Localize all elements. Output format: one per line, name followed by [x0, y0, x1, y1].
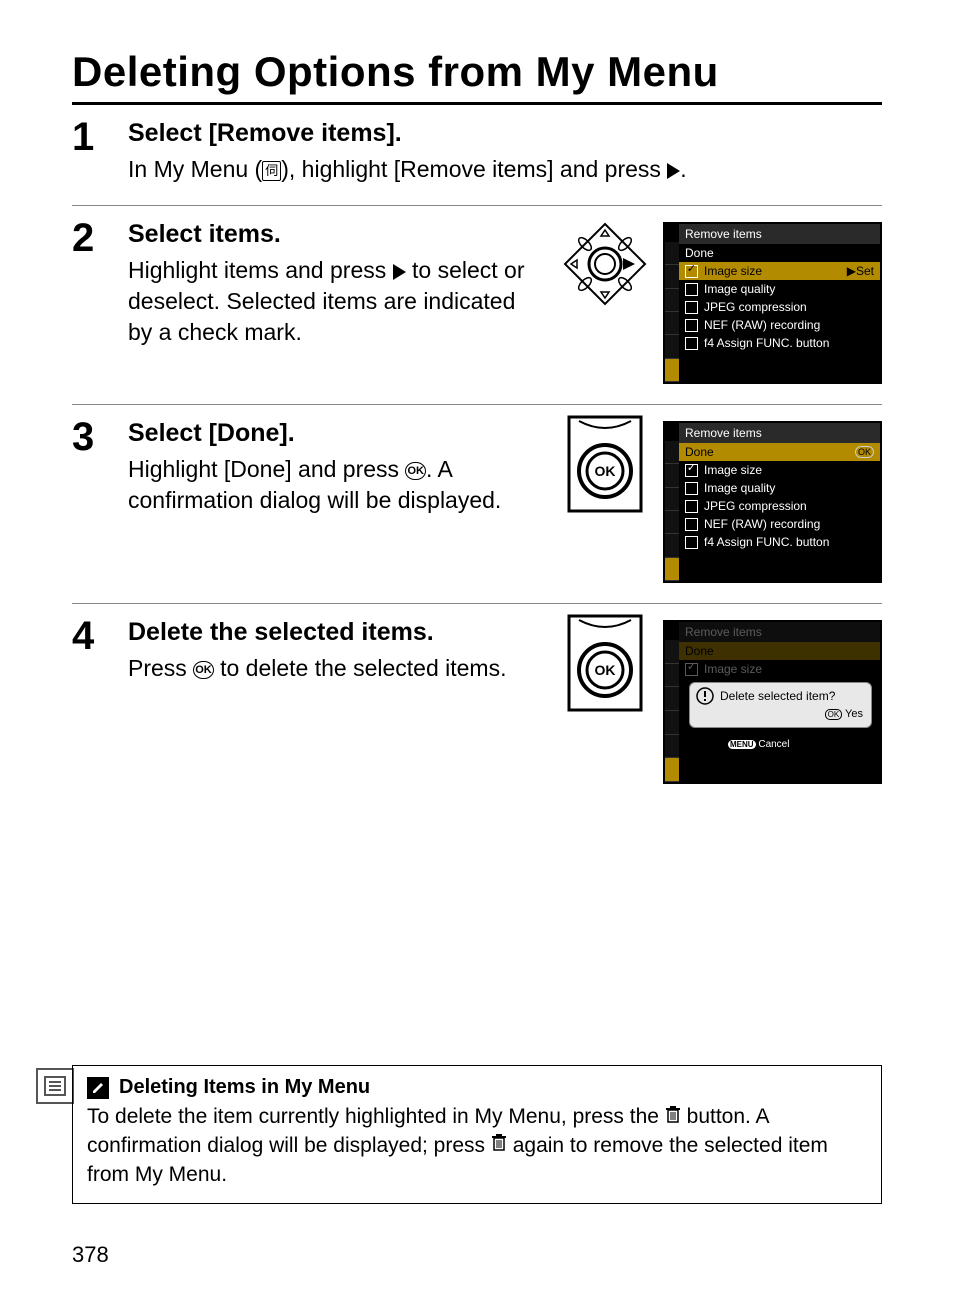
ok-icon: OK: [405, 462, 426, 481]
section-title: Deleting Options from My Menu: [72, 48, 882, 105]
pencil-icon: [87, 1077, 109, 1099]
text: ), highlight [Remove items] and press: [281, 156, 667, 182]
screen-row-label: NEF (RAW) recording: [704, 317, 820, 333]
step-number: 4: [72, 616, 110, 784]
manual-page: Deleting Options from My Menu 1 Select […: [0, 0, 954, 1314]
step-text: In My Menu (伺), highlight [Remove items]…: [128, 154, 808, 185]
footnote-heading: Deleting Items in My Menu: [119, 1076, 370, 1099]
step-text: Highlight [Done] and press OK. A confirm…: [128, 454, 543, 516]
dialog-cancel: MENU Cancel: [725, 736, 792, 754]
screen-row: Image size: [679, 660, 880, 678]
confirm-dialog: Delete selected item? OK Yes: [689, 682, 872, 728]
checkbox-icon: [685, 265, 698, 278]
screen-row-label: Image size: [704, 263, 762, 279]
step-heading: Delete the selected items.: [128, 618, 543, 647]
screen-row: f4 Assign FUNC. button: [679, 334, 880, 352]
screen-row-label: Image quality: [704, 281, 775, 297]
step-heading: Select [Remove items].: [128, 119, 882, 148]
page-number: 378: [72, 1242, 109, 1268]
checkbox-icon: [685, 337, 698, 350]
text: Highlight items and press: [128, 257, 393, 283]
text: Highlight [Done] and press: [128, 456, 405, 482]
screen-row-label: JPEG compression: [704, 498, 807, 514]
screen-row-indicator: ▶Set: [847, 263, 874, 279]
camera-screen-step3: Remove items Done OK Image size Image quali…: [663, 421, 882, 583]
ok-icon: OK: [193, 661, 214, 680]
footnote-box: Deleting Items in My Menu To delete the …: [72, 1065, 882, 1204]
dialog-yes: OK Yes: [825, 706, 863, 723]
step-number: 2: [72, 218, 110, 384]
checkbox-icon: [685, 482, 698, 495]
alert-icon: [696, 687, 714, 705]
screen-row-label: Done: [685, 444, 714, 460]
screen-title: Remove items: [679, 423, 880, 443]
section-tab-icon: [36, 1068, 74, 1104]
step-number: 3: [72, 417, 110, 583]
screen-row: Image size: [679, 461, 880, 479]
screen-row-label: f4 Assign FUNC. button: [704, 335, 829, 351]
mymenu-icon: 伺: [262, 161, 281, 181]
step-4: 4 Delete the selected items. Press OK to…: [72, 604, 882, 804]
screen-row: Image quality: [679, 280, 880, 298]
screen-title: Remove items: [679, 622, 880, 642]
step-heading: Select [Done].: [128, 419, 543, 448]
step-number: 1: [72, 117, 110, 185]
screen-row-label: Done: [685, 245, 714, 261]
screen-row: Image quality: [679, 479, 880, 497]
text: To delete the item currently highlighted…: [87, 1105, 665, 1128]
step-text: Highlight items and press to select or d…: [128, 255, 543, 348]
screen-row: NEF (RAW) recording: [679, 316, 880, 334]
screen-row: f4 Assign FUNC. button: [679, 533, 880, 551]
checkbox-icon: [685, 301, 698, 314]
screen-row: Done OK: [679, 443, 880, 461]
checkbox-icon: [685, 319, 698, 332]
screen-row: JPEG compression: [679, 497, 880, 515]
screen-row-label: Image size: [704, 462, 762, 478]
camera-screen-step4: Remove items Done Image size Delete sele…: [663, 620, 882, 784]
screen-row-label: Image quality: [704, 480, 775, 496]
screen-row: Done: [679, 244, 880, 262]
text: .: [680, 156, 686, 182]
screen-row: Done: [679, 642, 880, 660]
step-heading: Select items.: [128, 220, 543, 249]
svg-text:OK: OK: [595, 463, 616, 479]
footnote-text: To delete the item currently highlighted…: [87, 1103, 867, 1189]
trash-icon: [491, 1132, 507, 1160]
step-2: 2 Select items. Highlight items and pres…: [72, 206, 882, 405]
checkbox-icon: [685, 536, 698, 549]
ok-button-illustration: OK: [561, 620, 649, 708]
text: In My Menu (: [128, 156, 262, 182]
screen-row-indicator: OK: [855, 446, 874, 458]
right-arrow-icon: [393, 264, 406, 280]
checkbox-icon: [685, 500, 698, 513]
trash-icon: [665, 1104, 681, 1132]
checkbox-icon: [685, 283, 698, 296]
dialog-message: Delete selected item?: [720, 688, 835, 704]
multiselector-illustration: [561, 222, 649, 310]
checkbox-icon: [685, 464, 698, 477]
screen-row-label: NEF (RAW) recording: [704, 516, 820, 532]
right-arrow-icon: [667, 163, 680, 179]
screen-row-label: JPEG compression: [704, 299, 807, 315]
ok-button-illustration: OK: [561, 421, 649, 509]
screen-row: Image size ▶Set: [679, 262, 880, 280]
step-1: 1 Select [Remove items]. In My Menu (伺),…: [72, 105, 882, 206]
screen-row-label: f4 Assign FUNC. button: [704, 534, 829, 550]
svg-text:OK: OK: [595, 662, 616, 678]
step-text: Press OK to delete the selected items.: [128, 653, 543, 684]
screen-row: JPEG compression: [679, 298, 880, 316]
screen-row: NEF (RAW) recording: [679, 515, 880, 533]
camera-screen-step2: Remove items Done Image size ▶Set Image qua…: [663, 222, 882, 384]
step-3: 3 Select [Done]. Highlight [Done] and pr…: [72, 405, 882, 604]
screen-title: Remove items: [679, 224, 880, 244]
text: Press: [128, 655, 193, 681]
text: to delete the selected items.: [214, 655, 507, 681]
checkbox-icon: [685, 518, 698, 531]
